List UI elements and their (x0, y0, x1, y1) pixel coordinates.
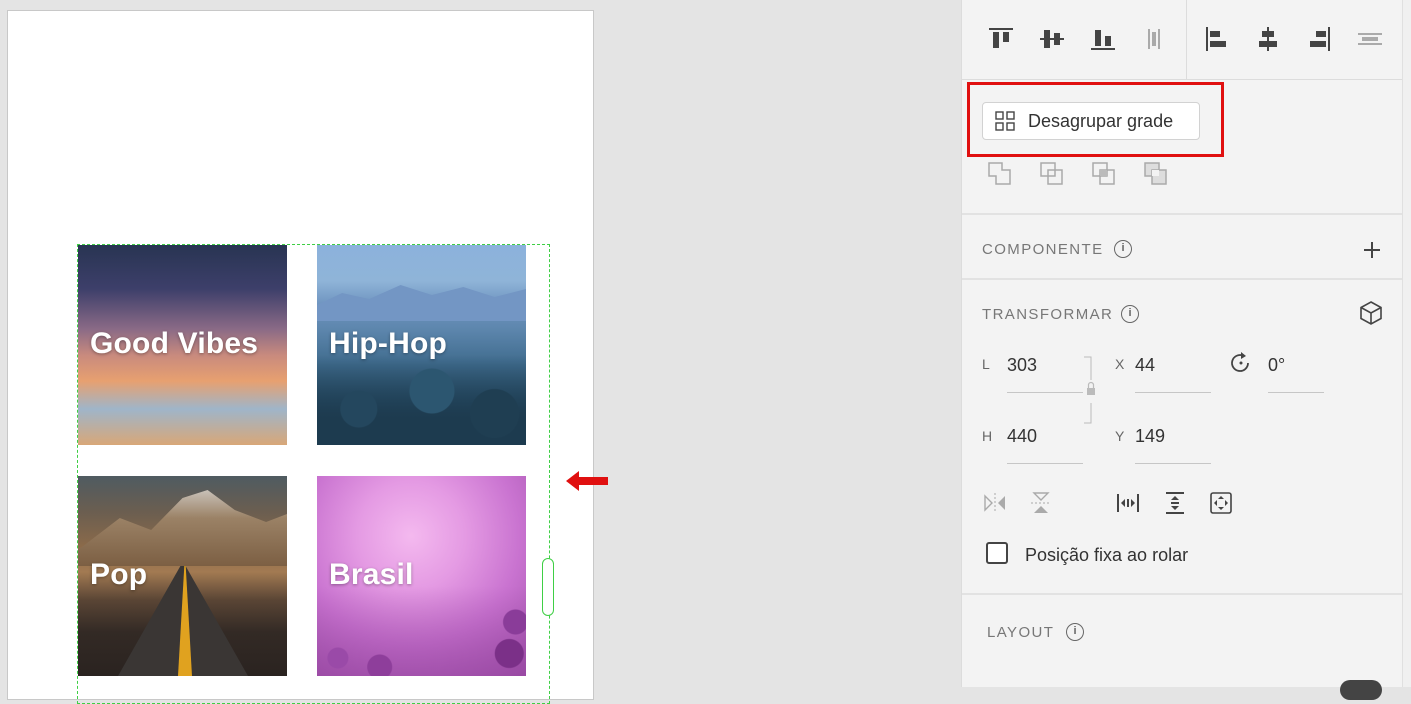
section-divider (962, 213, 1403, 215)
y-label: Y (1115, 428, 1125, 444)
align-middle-icon[interactable] (1037, 24, 1067, 54)
x-field-underline (1135, 392, 1211, 393)
info-icon[interactable]: i (1114, 240, 1132, 258)
red-highlight-box (967, 82, 1224, 157)
align-toolbar (962, 0, 1403, 80)
rotate-icon (1231, 352, 1249, 372)
height-label: H (982, 428, 993, 444)
height-field[interactable]: 440 (1007, 426, 1037, 447)
add-component-icon[interactable] (1363, 241, 1381, 259)
red-arrow-icon (566, 471, 608, 491)
properties-panel: Desagrupar grade COMPONENTE i TRANSFORMA… (961, 0, 1403, 700)
align-right-icon[interactable] (1304, 24, 1334, 54)
align-bottom-icon[interactable] (1088, 24, 1118, 54)
spacing-horizontal-icon[interactable] (1115, 490, 1141, 516)
lock-aspect-icon[interactable] (1083, 356, 1097, 424)
width-field[interactable]: 303 (1007, 355, 1037, 376)
width-field-underline (1007, 392, 1083, 393)
info-icon[interactable]: i (1066, 623, 1084, 641)
y-field-underline (1135, 463, 1211, 464)
x-field[interactable]: 44 (1135, 355, 1155, 376)
spacing-vertical-icon[interactable] (1162, 490, 1188, 516)
grid-resize-handle[interactable] (542, 558, 554, 616)
align-top-icon[interactable] (986, 24, 1016, 54)
rotation-field[interactable]: 0° (1268, 355, 1285, 376)
transform-section-title: TRANSFORMAR (982, 306, 1114, 323)
fixed-position-checkbox[interactable] (986, 542, 1008, 564)
distribute-horizontal-icon[interactable] (1355, 24, 1385, 54)
fit-to-content-icon[interactable] (1208, 490, 1234, 516)
height-field-underline (1007, 463, 1083, 464)
intersect-shapes-icon[interactable] (1090, 160, 1118, 188)
info-icon[interactable]: i (1121, 305, 1139, 323)
distribute-vertical-icon[interactable] (1139, 24, 1169, 54)
repeat-grid-selection[interactable] (77, 244, 550, 704)
layout-section-title: LAYOUT (987, 624, 1055, 641)
fixed-position-label: Posição fixa ao rolar (1025, 545, 1189, 565)
section-divider (962, 278, 1403, 280)
rotation-field-underline (1268, 392, 1324, 393)
align-left-icon[interactable] (1202, 24, 1232, 54)
align-center-icon[interactable] (1253, 24, 1283, 54)
add-shapes-icon[interactable] (986, 160, 1014, 188)
x-label: X (1115, 356, 1125, 372)
subtract-shapes-icon[interactable] (1038, 160, 1066, 188)
y-field[interactable]: 149 (1135, 426, 1165, 447)
width-label: L (982, 356, 990, 372)
toolbar-divider (1186, 0, 1187, 79)
3d-transform-icon[interactable] (1358, 300, 1384, 326)
flip-horizontal-icon[interactable] (982, 490, 1008, 516)
section-divider (962, 593, 1403, 595)
layout-toggle[interactable] (1340, 680, 1382, 700)
exclude-overlap-icon[interactable] (1142, 160, 1170, 188)
panel-scrollbar[interactable] (1402, 0, 1411, 687)
component-section-title: COMPONENTE (982, 241, 1104, 258)
flip-vertical-icon[interactable] (1028, 490, 1054, 516)
